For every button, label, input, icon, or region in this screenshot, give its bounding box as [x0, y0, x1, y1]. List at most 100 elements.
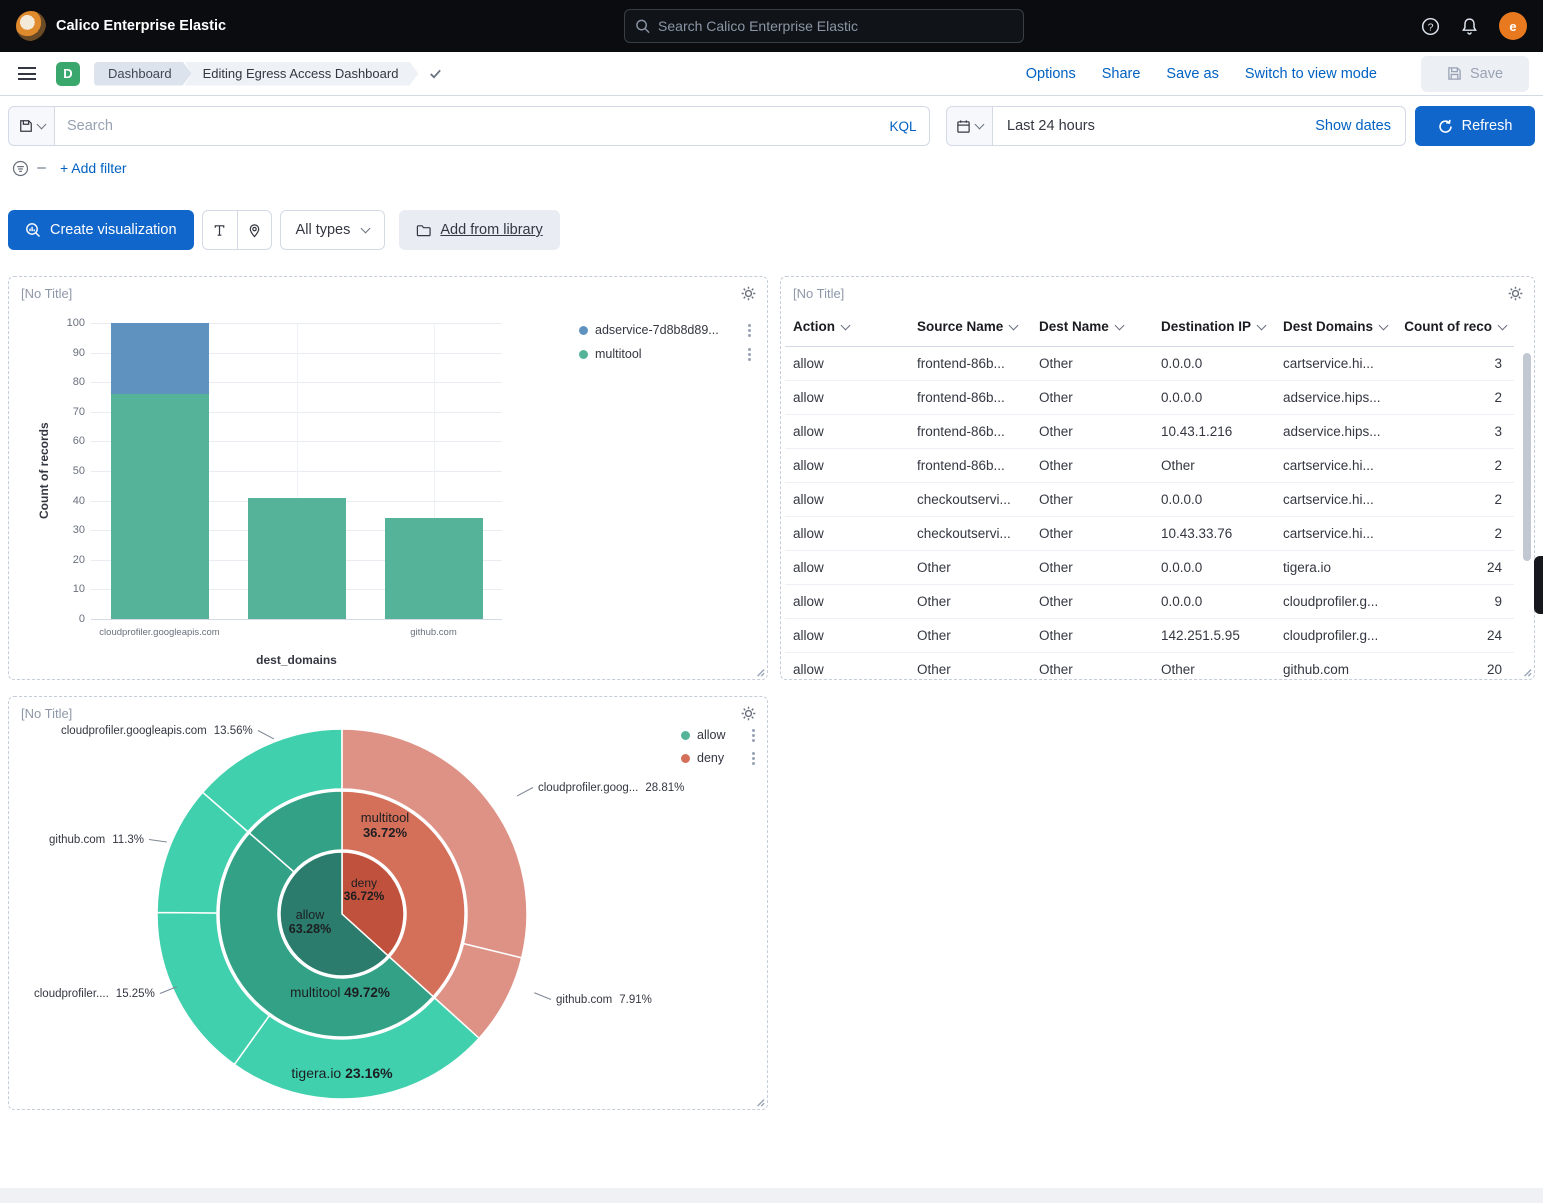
sort-chevron-icon[interactable] — [841, 321, 851, 331]
text-icon — [212, 223, 227, 238]
sort-chevron-icon[interactable] — [1379, 321, 1389, 331]
scrollbar-thumb[interactable] — [1523, 353, 1531, 561]
table-cell: allow — [785, 526, 909, 541]
filters-icon[interactable] — [12, 160, 29, 177]
share-link[interactable]: Share — [1102, 66, 1141, 82]
chevron-down-icon — [36, 120, 46, 130]
column-header[interactable]: Destination IP — [1153, 319, 1275, 334]
panel-settings-icon[interactable] — [740, 285, 757, 302]
table-row[interactable]: allowfrontend-86b...Other0.0.0.0adservic… — [785, 381, 1514, 415]
table-cell: Other — [1031, 560, 1153, 575]
table-cell: 3 — [1397, 356, 1514, 371]
column-header[interactable]: Count of reco — [1397, 319, 1514, 334]
all-types-dropdown[interactable]: All types — [280, 210, 386, 250]
table-cell: Other — [1031, 662, 1153, 677]
time-range-field[interactable]: Last 24 hours Show dates — [993, 106, 1406, 146]
table-cell: cloudprofiler.g... — [1275, 628, 1397, 643]
legend-dot-icon — [579, 326, 588, 335]
table-row[interactable]: allowOtherOtherOthergithub.com20 — [785, 653, 1514, 678]
check-icon[interactable] — [428, 66, 443, 81]
date-picker-button[interactable] — [946, 106, 993, 146]
vertical-scrollbar[interactable] — [1523, 347, 1531, 663]
table-row[interactable]: allowcheckoutservi...Other0.0.0.0cartser… — [785, 483, 1514, 517]
refresh-button[interactable]: Refresh — [1415, 106, 1535, 146]
create-visualization-button[interactable]: Create visualization — [8, 210, 194, 250]
bar-segment[interactable] — [248, 498, 346, 619]
y-tick-label: 50 — [73, 465, 85, 477]
legend-options-icon[interactable] — [748, 353, 751, 356]
legend-item[interactable]: adservice-7d8b8d89... — [579, 323, 751, 337]
bar-segment[interactable] — [385, 518, 483, 619]
saved-query-menu-button[interactable] — [8, 106, 55, 146]
resize-handle-icon[interactable] — [752, 1094, 765, 1107]
time-range-value[interactable]: Last 24 hours — [1007, 118, 1095, 134]
table-cell: Other — [1031, 356, 1153, 371]
options-link[interactable]: Options — [1026, 66, 1076, 82]
bar-segment[interactable] — [111, 394, 209, 619]
add-filter-link[interactable]: + Add filter — [60, 160, 127, 176]
callout-line — [160, 987, 177, 995]
kql-label[interactable]: KQL — [877, 119, 929, 134]
bar-segment[interactable] — [111, 323, 209, 394]
sunburst-callout: github.com11.3% — [49, 834, 167, 846]
egress-table-panel: [No Title] ActionSource NameDest NameDes… — [780, 276, 1535, 680]
table-cell: allow — [785, 492, 909, 507]
legend-label: adservice-7d8b8d89... — [595, 323, 719, 337]
table-row[interactable]: allowfrontend-86b...Other0.0.0.0cartserv… — [785, 347, 1514, 381]
help-icon[interactable]: ? — [1421, 17, 1440, 36]
query-input[interactable] — [55, 118, 877, 134]
sunburst-label: multitool 49.72% — [255, 985, 425, 1000]
column-header-label: Action — [793, 319, 835, 334]
sort-chevron-icon[interactable] — [1114, 321, 1124, 331]
legend-dot-icon — [681, 754, 690, 763]
table-row[interactable]: allowOtherOther0.0.0.0tigera.io24 — [785, 551, 1514, 585]
legend-options-icon[interactable] — [752, 734, 755, 737]
breadcrumb-dashboard[interactable]: Dashboard — [94, 62, 192, 86]
table-row[interactable]: allowOtherOther142.251.5.95cloudprofiler… — [785, 619, 1514, 653]
y-tick-label: 0 — [79, 613, 85, 625]
show-dates-link[interactable]: Show dates — [1315, 118, 1391, 134]
global-search-input[interactable] — [658, 18, 1013, 34]
panel-settings-icon[interactable] — [1507, 285, 1524, 302]
panel-settings-icon[interactable] — [740, 705, 757, 722]
main-menu-button[interactable] — [14, 61, 40, 87]
resize-handle-icon[interactable] — [752, 664, 765, 677]
table-cell: frontend-86b... — [909, 424, 1031, 439]
top-app-bar: Calico Enterprise Elastic ? e — [0, 0, 1543, 52]
collapsed-flyout-tab[interactable] — [1534, 556, 1543, 614]
table-cell: allow — [785, 356, 909, 371]
table-cell: 0.0.0.0 — [1153, 560, 1275, 575]
sort-chevron-icon[interactable] — [1257, 321, 1267, 331]
save-button[interactable]: Save — [1421, 56, 1529, 92]
column-header[interactable]: Dest Name — [1031, 319, 1153, 334]
table-row[interactable]: allowOtherOther0.0.0.0cloudprofiler.g...… — [785, 585, 1514, 619]
save-as-link[interactable]: Save as — [1166, 66, 1218, 82]
add-text-button[interactable] — [203, 211, 237, 249]
resize-handle-icon[interactable] — [1519, 664, 1532, 677]
sort-chevron-icon[interactable] — [1498, 321, 1508, 331]
panel-title: [No Title] — [21, 286, 72, 301]
switch-to-view-mode-link[interactable]: Switch to view mode — [1245, 66, 1377, 82]
legend-item[interactable]: multitool — [579, 347, 751, 361]
add-map-button[interactable] — [237, 211, 271, 249]
table-row[interactable]: allowfrontend-86b...OtherOthercartservic… — [785, 449, 1514, 483]
legend-item[interactable]: deny — [681, 751, 755, 765]
legend-item[interactable]: allow — [681, 728, 755, 742]
table-row[interactable]: allowcheckoutservi...Other10.43.33.76car… — [785, 517, 1514, 551]
global-search[interactable] — [624, 9, 1024, 43]
add-from-library-button[interactable]: Add from library — [399, 210, 559, 250]
table-row[interactable]: allowfrontend-86b...Other10.43.1.216adse… — [785, 415, 1514, 449]
table-cell: checkoutservi... — [909, 526, 1031, 541]
table-cell: cartservice.hi... — [1275, 492, 1397, 507]
kql-search-field[interactable]: KQL — [55, 106, 930, 146]
legend-options-icon[interactable] — [748, 329, 751, 332]
column-header[interactable]: Source Name — [909, 319, 1031, 334]
notifications-icon[interactable] — [1460, 17, 1479, 36]
sort-chevron-icon[interactable] — [1009, 321, 1019, 331]
column-header[interactable]: Action — [785, 319, 909, 334]
column-header[interactable]: Dest Domains — [1275, 319, 1397, 334]
y-tick-label: 30 — [73, 524, 85, 536]
user-avatar[interactable]: e — [1499, 12, 1527, 40]
y-axis-title: Count of records — [37, 323, 51, 619]
legend-options-icon[interactable] — [752, 757, 755, 760]
